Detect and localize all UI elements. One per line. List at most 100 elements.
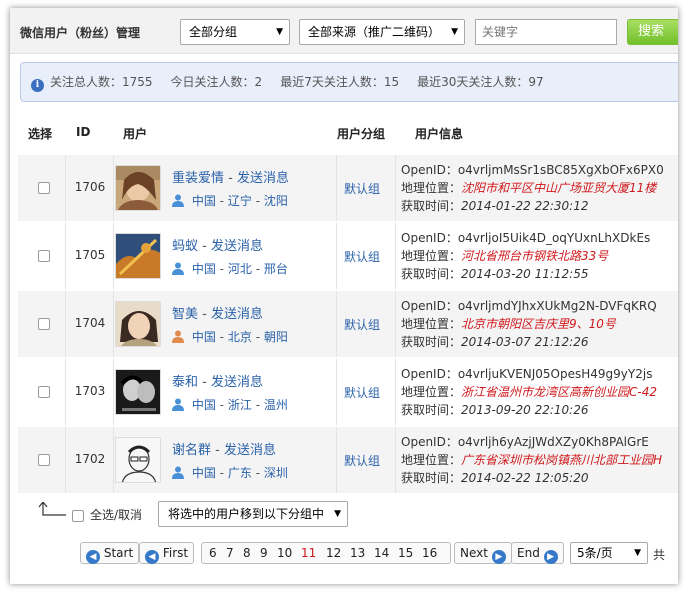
openid-text: OpenID：o4vrljh6yAzjJWdXZy0Kh8PAlGrE xyxy=(401,435,649,449)
cell-divider xyxy=(336,291,337,357)
location-country: 中国 xyxy=(191,466,216,480)
user-group-link[interactable]: 默认组 xyxy=(344,180,380,197)
info-value: 2013-09-20 22:10:26 xyxy=(461,403,589,417)
page-link[interactable]: 14 xyxy=(374,546,389,560)
page-link[interactable]: 9 xyxy=(260,546,268,560)
location-city: 邢台 xyxy=(263,262,288,276)
row-checkbox[interactable] xyxy=(38,250,50,262)
pager-next-button[interactable]: Next ▶ xyxy=(454,542,512,564)
avatar[interactable] xyxy=(115,437,161,483)
fetch-time-text: 获取时间：2014-03-07 21:12:26 xyxy=(401,333,657,351)
per-page-select[interactable]: 5条/页 ▼ xyxy=(570,542,648,564)
info-icon: i xyxy=(31,79,44,92)
avatar[interactable] xyxy=(115,301,161,347)
header-group: 用户分组 xyxy=(337,127,386,141)
openid-text: OpenID：o4vrljuKVENJ05OpesH49g9yY2js xyxy=(401,367,653,381)
source-filter-select[interactable]: 全部来源（推广二维码） ▼ xyxy=(299,19,465,45)
avatar-image xyxy=(116,302,160,346)
user-info: OpenID：o4vrljuKVENJ05OpesH49g9yY2js 地理位置… xyxy=(401,365,657,419)
pager-first-button[interactable]: ◀ First xyxy=(139,542,195,564)
pager-start-button[interactable]: ◀ Start xyxy=(80,542,140,564)
page-link[interactable]: 10 xyxy=(277,546,292,560)
user-name-link[interactable]: 智美 xyxy=(172,307,198,322)
user-name-link[interactable]: 谢名群 xyxy=(172,443,211,458)
chevron-right-icon: ▶ xyxy=(491,550,506,564)
user-id: 1706 xyxy=(74,180,106,194)
row-checkbox[interactable] xyxy=(38,318,50,330)
cell-divider xyxy=(65,223,66,289)
cell-divider xyxy=(65,359,66,425)
table-header: 选择 ID 用户 用户分组 用户信息 xyxy=(10,120,678,144)
cell-divider xyxy=(113,155,114,221)
user-id: 1702 xyxy=(74,452,106,466)
corner-arrow-icon xyxy=(38,502,66,516)
page-link[interactable]: 13 xyxy=(350,546,365,560)
user-name-link[interactable]: 泰和 xyxy=(172,375,198,390)
user-location: 中国 - 河北 - 邢台 xyxy=(172,260,288,277)
cell-divider xyxy=(336,359,337,425)
page-link[interactable]: 12 xyxy=(326,546,341,560)
location-country: 中国 xyxy=(191,262,216,276)
page-link[interactable]: 15 xyxy=(398,546,413,560)
pager-first-label: First xyxy=(162,546,189,560)
pager-start-label: Start xyxy=(103,546,134,560)
user-group-link[interactable]: 默认组 xyxy=(344,248,380,265)
send-message-link[interactable]: 发送消息 xyxy=(211,239,263,254)
send-message-link[interactable]: 发送消息 xyxy=(224,443,276,458)
fetch-time-text: 获取时间：2014-01-22 22:30:12 xyxy=(401,197,664,215)
cell-divider xyxy=(65,155,66,221)
page-link-current[interactable]: 11 xyxy=(301,546,316,560)
page-link[interactable]: 7 xyxy=(226,546,234,560)
user-name-link[interactable]: 重装爱情 xyxy=(172,171,224,186)
cell-divider xyxy=(395,291,396,357)
table-row: 1706 重装爱情 - 发送消息 中国 - 辽宁 - 沈阳 默认组 OpenID… xyxy=(18,155,678,221)
page-title: 微信用户（粉丝）管理 xyxy=(20,26,141,40)
location-text: 地理位置：浙江省温州市龙湾区高新创业园C-42 xyxy=(401,383,657,401)
skip-forward-icon: ▶ xyxy=(543,550,558,564)
avatar[interactable] xyxy=(115,233,161,279)
info-label: 获取时间： xyxy=(401,199,462,213)
cell-divider xyxy=(65,291,66,357)
row-checkbox[interactable] xyxy=(38,182,50,194)
location-city: 深圳 xyxy=(263,466,288,480)
source-filter-value: 全部来源（推广二维码） xyxy=(308,25,441,39)
page-link[interactable]: 6 xyxy=(209,546,217,560)
location-country: 中国 xyxy=(191,398,216,412)
send-message-link[interactable]: 发送消息 xyxy=(211,375,263,390)
avatar[interactable] xyxy=(115,165,161,211)
location-city: 温州 xyxy=(263,398,288,412)
pager-end-button[interactable]: End ▶ xyxy=(511,542,564,564)
fans-management-page: 微信用户（粉丝）管理 全部分组 ▼ 全部来源（推广二维码） ▼ 搜索 i 关注总人… xyxy=(10,8,678,584)
user-group-link[interactable]: 默认组 xyxy=(344,384,380,401)
header-info: 用户信息 xyxy=(415,127,464,141)
fetch-time-text: 获取时间：2014-03-20 11:12:55 xyxy=(401,265,650,283)
cell-divider xyxy=(113,291,114,357)
user-name-line: 谢名群 - 发送消息 xyxy=(172,439,276,458)
location-text: 地理位置：沈阳市和平区中山广场亚贸大厦11楼 xyxy=(401,179,664,197)
user-group-link[interactable]: 默认组 xyxy=(344,452,380,469)
row-checkbox[interactable] xyxy=(38,386,50,398)
page-link[interactable]: 8 xyxy=(243,546,251,560)
move-to-group-value: 将选中的用户移到以下分组中 xyxy=(168,507,325,521)
send-message-link[interactable]: 发送消息 xyxy=(211,307,263,322)
separator: - xyxy=(219,194,225,208)
page-link[interactable]: 16 xyxy=(422,546,437,560)
select-all-checkbox[interactable] xyxy=(72,510,84,522)
table-row: 1705 蚂蚁 - 发送消息 中国 - 河北 - 邢台 默认组 OpenID：o… xyxy=(18,223,678,289)
location-country: 中国 xyxy=(191,330,216,344)
separator: - xyxy=(255,398,261,412)
user-name-link[interactable]: 蚂蚁 xyxy=(172,239,198,254)
info-value: 广东省深圳市松岗镇燕川北部工业园H xyxy=(461,453,663,467)
move-to-group-select[interactable]: 将选中的用户移到以下分组中 ▼ xyxy=(158,501,348,527)
send-message-link[interactable]: 发送消息 xyxy=(237,171,289,186)
group-filter-select[interactable]: 全部分组 ▼ xyxy=(180,19,290,45)
user-group-link[interactable]: 默认组 xyxy=(344,316,380,333)
dropdown-arrow-icon: ▼ xyxy=(451,27,458,37)
search-button[interactable]: 搜索 xyxy=(627,19,678,45)
select-all-label[interactable]: 全选/取消 xyxy=(90,506,142,523)
avatar[interactable] xyxy=(115,369,161,415)
pager-next-label: Next xyxy=(460,546,488,560)
row-checkbox[interactable] xyxy=(38,454,50,466)
keyword-input[interactable] xyxy=(475,19,617,45)
separator: - xyxy=(215,443,220,458)
